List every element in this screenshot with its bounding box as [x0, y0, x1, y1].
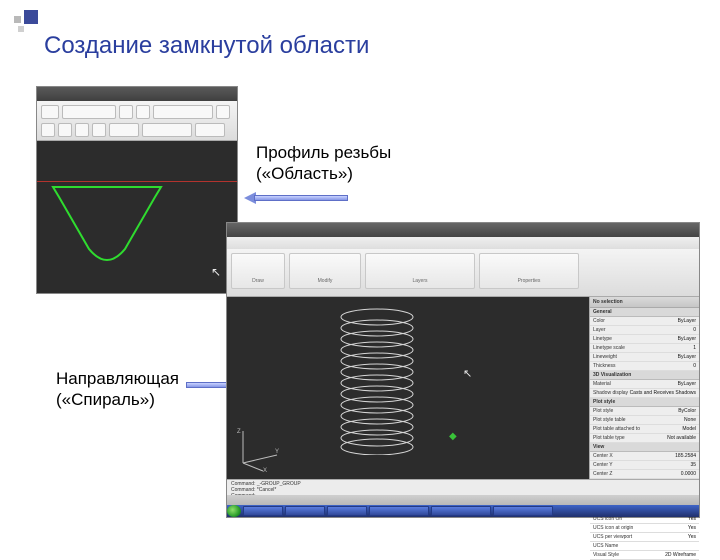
property-row: Center Z0.0000 [590, 470, 699, 479]
property-row: Layer0 [590, 326, 699, 335]
screenshot-helix: Draw Modify Layers Properties ↖ [226, 222, 700, 518]
prop-cat-general: General [590, 308, 699, 317]
command-line: Command: _-GROUP_GROUP Command: *Cancel*… [227, 479, 699, 495]
properties-title: No selection [590, 297, 699, 308]
property-row: LinetypeByLayer [590, 335, 699, 344]
slide-title: Создание замкнутой области [44, 32, 369, 60]
ucs-icon: Z Y X [233, 425, 281, 473]
start-button-icon [227, 505, 241, 517]
screenshot-profile: ↖ [36, 86, 238, 294]
s1-viewport: ↖ [37, 141, 237, 293]
property-row: Visual Style2D Wireframe [590, 551, 699, 560]
property-row: UCS per viewportYes [590, 533, 699, 542]
property-row: Center Y35 [590, 461, 699, 470]
property-row: Plot table typeNot available [590, 434, 699, 443]
gizmo-icon: ◆ [449, 431, 457, 442]
s2-titlebar [227, 223, 699, 237]
property-row: LineweightByLayer [590, 353, 699, 362]
ribbon-group-properties: Properties [480, 278, 578, 286]
svg-text:Z: Z [237, 429, 241, 435]
annotation-profile: Профиль резьбы («Область») [256, 142, 391, 185]
property-row: Plot style tableNone [590, 416, 699, 425]
cursor-icon: ↖ [463, 367, 472, 380]
property-row: UCS icon at originYes [590, 524, 699, 533]
prop-cat-view: View [590, 443, 699, 452]
annotation-profile-line1: Профиль резьбы [256, 142, 391, 163]
annotation-guide-line2: («Спираль») [56, 389, 179, 410]
svg-text:Y: Y [275, 449, 279, 455]
s1-ribbon [37, 101, 237, 141]
annotation-guide: Направляющая («Спираль») [56, 368, 179, 411]
ribbon-group-layers: Layers [366, 278, 474, 286]
slide-bullet-deco [14, 10, 38, 34]
property-row: Shadow displayCasts and Receives Shadows [590, 389, 699, 398]
property-row: Linetype scale1 [590, 344, 699, 353]
svg-text:X: X [263, 468, 267, 473]
property-row: Center X185.2584 [590, 452, 699, 461]
property-row: ColorByLayer [590, 317, 699, 326]
ribbon-group-modify: Modify [290, 278, 360, 286]
taskbar [227, 505, 699, 517]
status-bar [227, 495, 699, 505]
s2-ribbon: Draw Modify Layers Properties [227, 249, 699, 297]
properties-panel: No selection General ColorByLayerLayer0L… [589, 297, 699, 479]
helix-shape [335, 305, 419, 455]
ribbon-group-draw: Draw [232, 278, 284, 286]
annotation-guide-line1: Направляющая [56, 368, 179, 389]
property-row: Plot styleByColor [590, 407, 699, 416]
s2-menubar [227, 237, 699, 249]
s1-titlebar [37, 87, 237, 101]
annotation-profile-line2: («Область») [256, 163, 391, 184]
property-row: Plot table attached toModel [590, 425, 699, 434]
property-row: MaterialByLayer [590, 380, 699, 389]
s2-viewport: ↖ ◆ Z Y X [227, 297, 589, 479]
property-row: UCS Name [590, 542, 699, 551]
thread-profile-shape [47, 177, 167, 267]
cursor-icon: ↖ [211, 265, 221, 279]
arrow-to-profile [244, 192, 348, 204]
prop-cat-plot: Plot style [590, 398, 699, 407]
property-row: Thickness0 [590, 362, 699, 371]
prop-cat-3dviz: 3D Visualization [590, 371, 699, 380]
